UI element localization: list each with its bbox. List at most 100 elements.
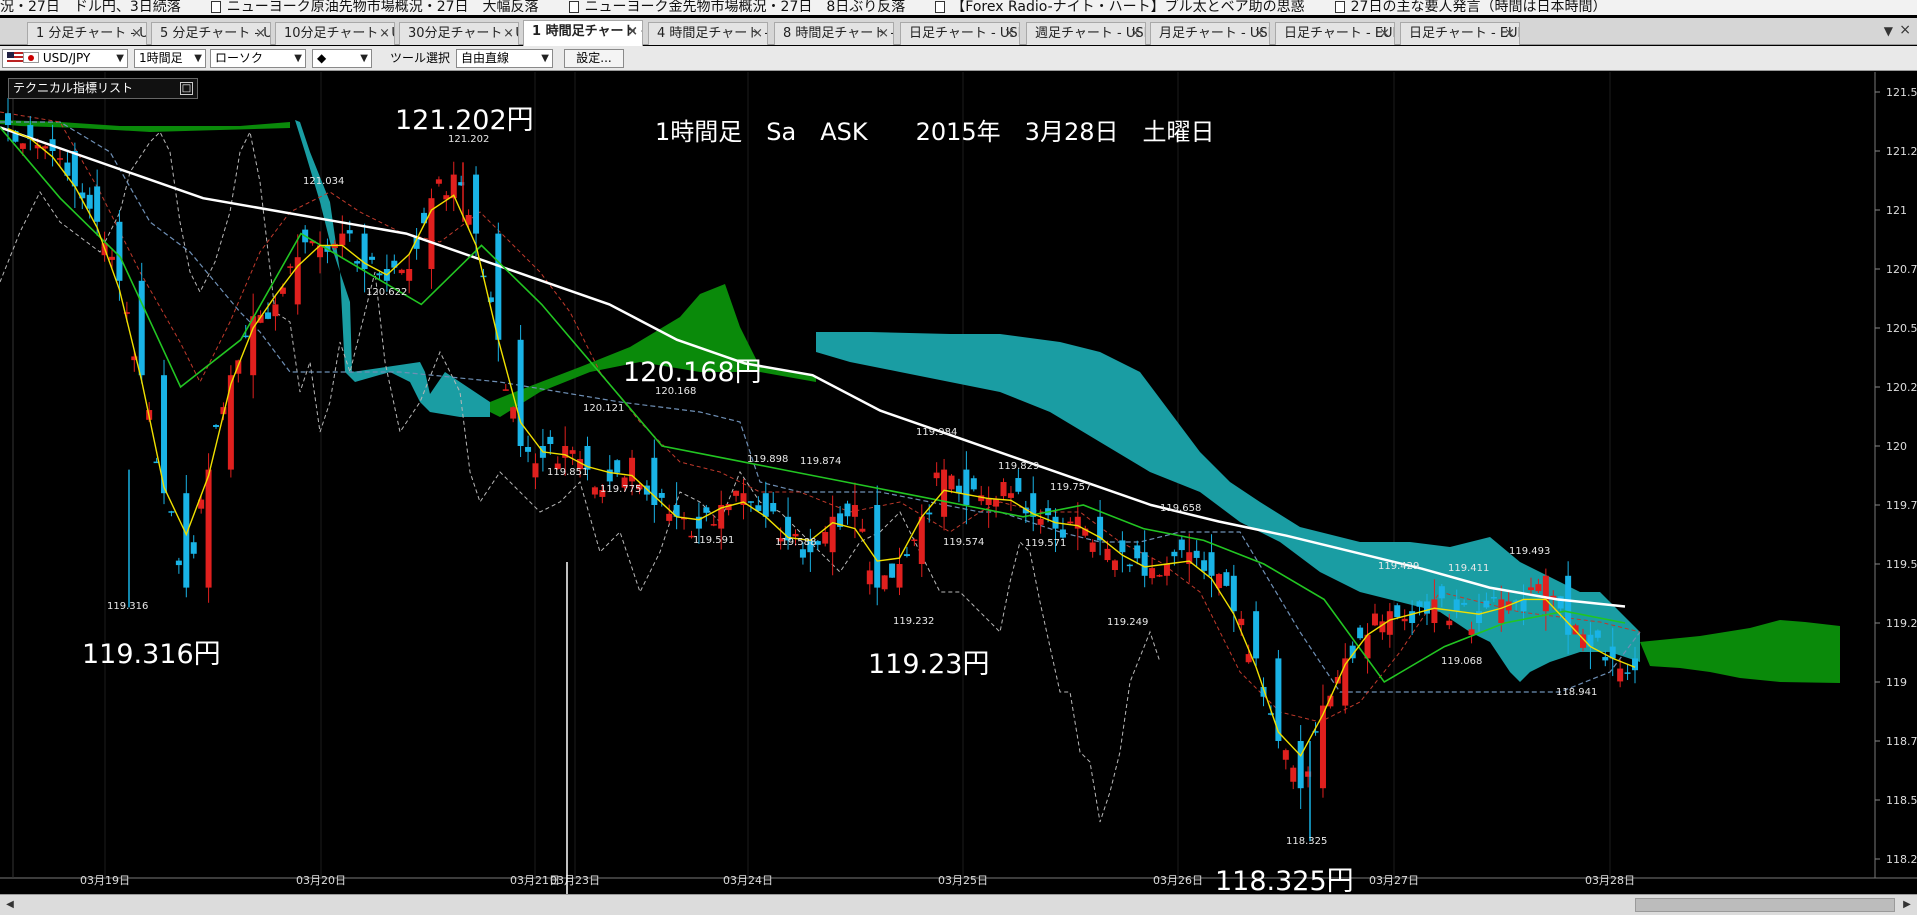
close-icon[interactable]: × (131, 23, 142, 45)
candle-bullish (710, 524, 717, 526)
news-headline[interactable]: ニューヨーク原油先物市場概況・27日 大幅反落 (227, 0, 549, 15)
price-point-label: 119.249 (1107, 617, 1148, 628)
scroll-right-icon[interactable]: ▶ (1899, 897, 1915, 913)
candle-bearish (1230, 575, 1237, 612)
timeframe-select[interactable]: 1時間足 ▼ (134, 49, 206, 68)
candle-bearish (265, 312, 272, 319)
price-point-label: 119.984 (916, 427, 957, 438)
chart-tab[interactable]: 10分足チャート - USD,× (275, 22, 395, 45)
chart-tab[interactable]: 週足チャート - USD/JP× (1026, 22, 1146, 45)
candle-bearish (168, 511, 175, 513)
price-axis-label: 121 (1886, 204, 1907, 217)
chevron-down-icon: ▼ (194, 53, 202, 64)
candle-bullish (792, 533, 799, 537)
candle-bearish (1423, 601, 1430, 614)
candle-bearish (903, 554, 910, 557)
candle-bearish (175, 560, 182, 566)
chart-tab[interactable]: 日足チャート - EUR/JP× (1400, 22, 1520, 45)
news-document-icon (1334, 1, 1345, 13)
price-point-label: 120.121 (583, 403, 624, 414)
news-headline[interactable]: 況・27日 ドル円、3日続落 (0, 0, 191, 15)
tab-scroll-button[interactable]: ▼ (1884, 24, 1893, 38)
candle-bullish (510, 407, 517, 419)
price-axis-label: 119.25 (1886, 617, 1917, 630)
chart-tab[interactable]: 4 時間足チャート - US× (648, 22, 768, 45)
close-icon[interactable]: × (1504, 23, 1515, 45)
candle-bearish (1253, 611, 1260, 659)
candle-bullish (1037, 518, 1044, 525)
candle-bearish (1193, 550, 1200, 558)
chart-tab[interactable]: 1 分足チャート - USD/× (27, 22, 147, 45)
candle-bearish (346, 230, 353, 234)
candle-bearish (1483, 600, 1490, 608)
chart-tab[interactable]: 月足チャート - USD/JP× (1150, 22, 1270, 45)
candle-bearish (86, 194, 93, 209)
candle-bearish (1602, 657, 1609, 661)
news-ticker[interactable]: 況・27日 ドル円、3日続落 ニューヨーク原油先物市場概況・27日 大幅反落 ニュー… (0, 0, 1917, 15)
candle-bullish (851, 505, 858, 517)
candle-style-select[interactable]: ◆ ▼ (312, 49, 372, 68)
close-icon[interactable]: × (503, 23, 514, 45)
time-axis-label: 03月24日 (723, 874, 773, 887)
moving-average-long (0, 126, 1626, 608)
chart-tab[interactable]: 日足チャート - EUR/US× (1275, 22, 1395, 45)
price-point-label: 119.571 (1025, 538, 1066, 549)
close-icon[interactable]: × (627, 21, 638, 43)
horizontal-scrollbar[interactable]: ◀ ▶ (0, 894, 1917, 915)
currency-pair-select[interactable]: USD/JPY ▼ (2, 49, 128, 68)
candle-bearish (1141, 552, 1148, 576)
candle-bearish (190, 542, 197, 554)
close-icon[interactable]: × (878, 23, 889, 45)
news-headline[interactable]: 【Forex Radio-ナイト・ハート】ブル太とベア助の思惑 (951, 0, 1314, 15)
candle-bullish (1238, 618, 1245, 626)
scroll-left-icon[interactable]: ◀ (2, 897, 18, 913)
restore-icon[interactable]: □ (180, 82, 193, 95)
candle-bullish (859, 528, 866, 532)
chart-tab[interactable]: 5 分足チャート - USD/× (151, 22, 271, 45)
chart-type-value: ローソク (215, 51, 264, 65)
drawing-tool-select[interactable]: 自由直線 ▼ (456, 49, 553, 68)
news-headline[interactable]: ニューヨーク金先物市場概況・27日 8日ぶり反落 (585, 0, 916, 15)
price-point-label: 119.588 (775, 537, 816, 548)
price-point-label: 119.658 (1160, 503, 1201, 514)
annotation-mid-low: 119.23円 (868, 649, 990, 680)
news-headline[interactable]: 27日の主な要人発言（時間は日本時間） (1351, 0, 1617, 15)
scrollbar-thumb[interactable] (1635, 898, 1895, 912)
candle-bearish (614, 460, 621, 473)
close-icon[interactable]: × (752, 23, 763, 45)
chart-tab[interactable]: 8 時間足チャート - US× (774, 22, 894, 45)
annotation-high: 121.202円 (395, 105, 534, 136)
price-point-label: 119.232 (893, 616, 934, 627)
chart-type-select[interactable]: ローソク ▼ (210, 49, 306, 68)
candle-bullish (1007, 493, 1014, 498)
close-icon[interactable]: × (1004, 23, 1015, 45)
chart-tab[interactable]: 30分足チャート - USD,× (399, 22, 519, 45)
candle-bearish (1178, 539, 1185, 551)
settings-button[interactable]: 設定... (564, 49, 624, 68)
close-icon[interactable]: × (1379, 23, 1390, 45)
close-all-tabs-button[interactable]: × (1899, 22, 1911, 38)
chart-tab[interactable]: 日足チャート - USD/JP× (900, 22, 1020, 45)
candle-bearish (874, 505, 881, 588)
chart-area[interactable]: 118.25 118.5 118.75 119 119.25 119.5 119.75 120… (0, 72, 1917, 897)
ichimoku-cloud-bullish (1640, 620, 1840, 683)
chart-tab[interactable]: 1 時間足チャート - US× (523, 20, 643, 46)
close-icon[interactable]: × (1130, 23, 1141, 45)
price-axis-label: 118.25 (1886, 853, 1917, 866)
price-axis-label: 118.5 (1886, 794, 1917, 807)
price-axis-label: 121.5 (1886, 86, 1917, 99)
time-axis-label: 03月20日 (296, 874, 346, 887)
price-chart[interactable]: 118.25 118.5 118.75 119 119.25 119.5 119.75 120… (0, 72, 1917, 894)
close-icon[interactable]: × (255, 23, 266, 45)
close-icon[interactable]: × (379, 23, 390, 45)
candle-bullish (948, 475, 955, 490)
annotation-mid-high: 120.168円 (623, 357, 762, 388)
time-axis-label: 03月27日 (1369, 874, 1419, 887)
candle-bearish (473, 174, 480, 234)
technical-indicator-list[interactable]: テクニカル指標リスト □ (8, 78, 198, 99)
candle-bearish (1201, 560, 1208, 571)
currency-pair-value: USD/JPY (42, 51, 91, 65)
candle-bullish (881, 575, 888, 590)
close-icon[interactable]: × (1254, 23, 1265, 45)
price-point-label: 119.591 (693, 535, 734, 546)
